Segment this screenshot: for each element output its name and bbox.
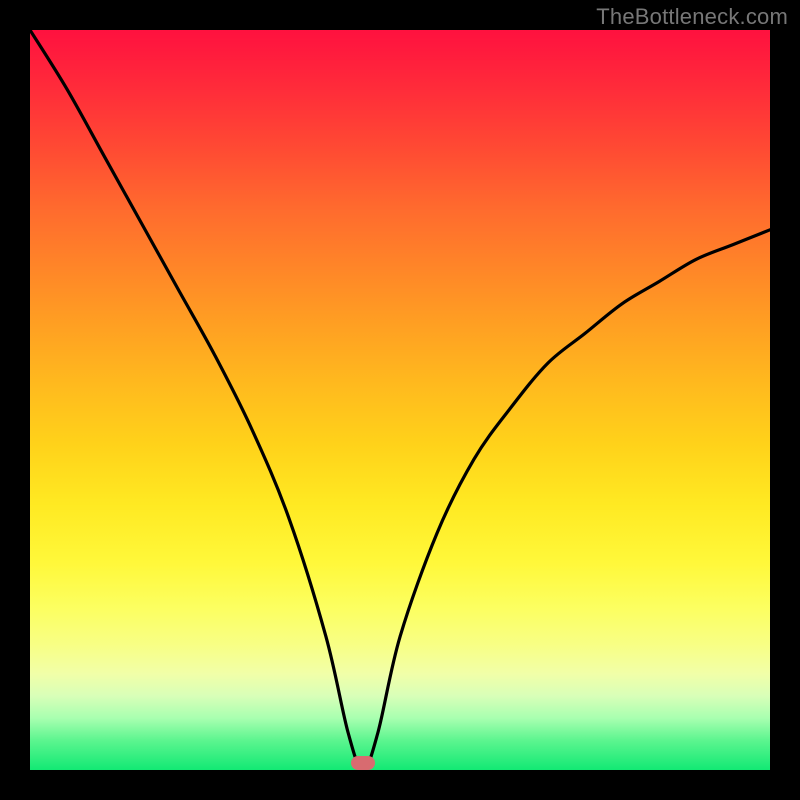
watermark-text: TheBottleneck.com: [596, 4, 788, 30]
bottleneck-curve: [30, 30, 770, 770]
plot-area: [30, 30, 770, 770]
optimal-marker: [351, 756, 375, 770]
curve-path: [30, 30, 770, 770]
chart-frame: TheBottleneck.com: [0, 0, 800, 800]
